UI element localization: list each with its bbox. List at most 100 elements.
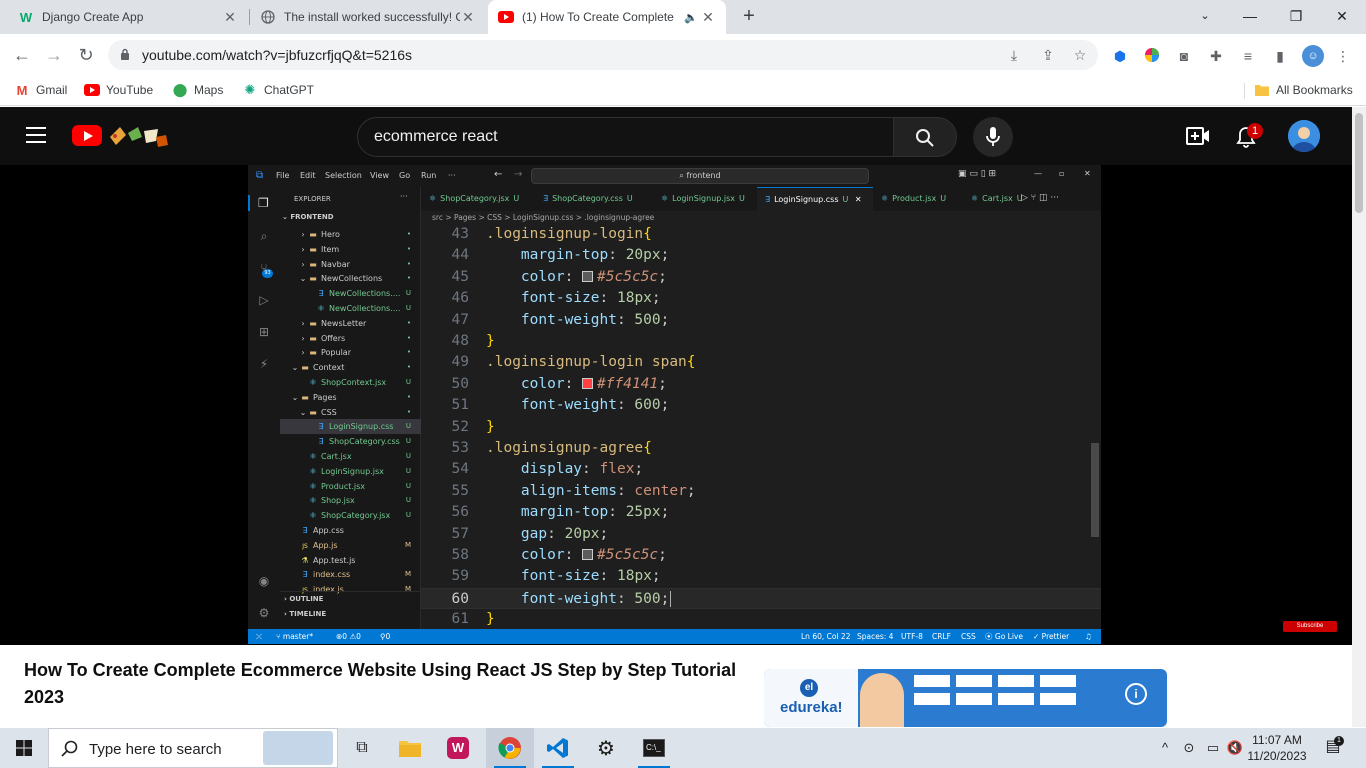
- menu-run[interactable]: Run: [421, 171, 436, 180]
- file-tree-item[interactable]: ∃ index.css M: [280, 567, 421, 582]
- menu-more[interactable]: ···: [448, 171, 456, 180]
- ad-info-icon[interactable]: i: [1125, 683, 1147, 705]
- file-tree-item[interactable]: › ▬ NewsLetter •: [280, 316, 421, 331]
- voice-search-button[interactable]: [973, 117, 1013, 157]
- restore-button[interactable]: ❐: [1276, 4, 1316, 28]
- bookmark-chatgpt[interactable]: ✺ ChatGPT: [242, 82, 314, 98]
- file-tree-item[interactable]: ∃ ShopCategory.css U: [280, 434, 421, 449]
- close-icon[interactable]: ✕: [222, 9, 238, 26]
- tab-install-worked[interactable]: The install worked successfully! Co ✕: [250, 0, 486, 34]
- close-icon[interactable]: ✕: [852, 195, 862, 204]
- video-player[interactable]: ⧉ File Edit Selection View Go Run ··· ← …: [0, 165, 1352, 645]
- avatar[interactable]: [1288, 120, 1320, 152]
- file-tree-item[interactable]: › ▬ Offers •: [280, 331, 421, 346]
- chrome-app[interactable]: [486, 728, 534, 768]
- camera-extension-icon[interactable]: ◙: [1175, 47, 1193, 65]
- code-line[interactable]: 50 color: #ff4141;: [421, 374, 1101, 395]
- file-tree-item[interactable]: ∃ LoginSignup.css U: [280, 419, 421, 435]
- network-alert-icon[interactable]: ⊙: [1180, 739, 1198, 757]
- minimize-icon[interactable]: —: [1034, 169, 1042, 178]
- menu-selection[interactable]: Selection: [325, 171, 362, 180]
- root-folder[interactable]: ⌄ FRONTEND: [282, 213, 334, 221]
- menu-icon[interactable]: [26, 127, 46, 143]
- code-line[interactable]: 48}: [421, 331, 1101, 352]
- language-status[interactable]: CSS: [961, 629, 976, 644]
- file-tree-item[interactable]: › ▬ Item •: [280, 242, 421, 257]
- settings-gear-icon[interactable]: ⚙: [256, 605, 272, 621]
- chrome-menu-icon[interactable]: ⋮: [1334, 47, 1352, 65]
- outline-section[interactable]: › OUTLINE: [284, 595, 323, 603]
- menu-view[interactable]: View: [370, 171, 389, 180]
- file-tree-item[interactable]: › ▬ Popular •: [280, 345, 421, 360]
- explorer-icon[interactable]: ❐: [248, 195, 280, 211]
- menu-edit[interactable]: Edit: [300, 171, 316, 180]
- code-line[interactable]: 55 align-items: center;: [421, 481, 1101, 502]
- forward-button[interactable]: →: [42, 43, 66, 67]
- code-line[interactable]: 51 font-weight: 600;: [421, 395, 1101, 416]
- more-actions-icon[interactable]: ···: [400, 192, 408, 201]
- file-tree-item[interactable]: ⌄ ▬ NewCollections •: [280, 271, 421, 286]
- cursor-position[interactable]: Ln 60, Col 22: [801, 629, 850, 644]
- tab-django-create-app[interactable]: W Django Create App ✕: [8, 0, 248, 34]
- bookmark-maps[interactable]: ⬤ Maps: [172, 82, 224, 98]
- timeline-section[interactable]: › TIMELINE: [284, 610, 326, 618]
- menu-file[interactable]: File: [276, 171, 289, 180]
- ad-banner[interactable]: el edureka! i: [764, 669, 1167, 727]
- extensions-icon[interactable]: ⊞: [256, 324, 272, 340]
- code-line[interactable]: 58 color: #5c5c5c;: [421, 545, 1101, 566]
- file-tree-item[interactable]: ∃ App.css: [280, 523, 421, 538]
- color-swatch[interactable]: [582, 270, 594, 282]
- code-line[interactable]: 43 .loginsignup-login{: [421, 224, 1101, 245]
- tab-youtube-video[interactable]: (1) How To Create Complete 🔈 ✕: [488, 0, 726, 34]
- remote-icon[interactable]: ⤫: [256, 629, 262, 644]
- file-tree-item[interactable]: ⚛ ShopContext.jsx U: [280, 375, 421, 390]
- editor-scrollbar[interactable]: [1091, 443, 1099, 537]
- media-control-icon[interactable]: ≡: [1239, 47, 1257, 65]
- file-tree-item[interactable]: ⚛ Shop.jsx U: [280, 493, 421, 508]
- nav-back-icon[interactable]: ←: [494, 169, 502, 180]
- editor-tab[interactable]: ∃ LoginSignup.css U ✕: [757, 187, 873, 211]
- color-swatch[interactable]: [582, 549, 594, 560]
- editor-tab[interactable]: ⚛ ShopCategory.jsx U: [421, 187, 535, 211]
- search-button[interactable]: [893, 117, 957, 157]
- file-tree-item[interactable]: ⌄ ▬ Pages •: [280, 390, 421, 405]
- code-line[interactable]: 49 .loginsignup-login span{: [421, 352, 1101, 373]
- file-tree-item[interactable]: ∃ NewCollections.... U: [280, 286, 421, 301]
- menu-go[interactable]: Go: [399, 171, 410, 180]
- close-icon[interactable]: ✕: [460, 9, 476, 26]
- file-tree-item[interactable]: ⚗ App.test.js: [280, 553, 421, 568]
- extension-drop-icon[interactable]: ⬢: [1111, 47, 1129, 65]
- file-tree-item[interactable]: › ▬ Hero •: [280, 227, 421, 242]
- live-share-icon[interactable]: ⚡: [256, 356, 272, 372]
- indentation-status[interactable]: Spaces: 4: [857, 629, 893, 644]
- profile-avatar-icon[interactable]: ☺: [1302, 45, 1324, 67]
- file-tree-item[interactable]: › ▬ Navbar •: [280, 257, 421, 272]
- color-picker-extension-icon[interactable]: [1143, 47, 1161, 65]
- editor-actions-icon[interactable]: ▷ ⑂ ◫ ···: [1021, 193, 1059, 203]
- code-line[interactable]: 59 font-size: 18px;: [421, 566, 1101, 587]
- side-panel-icon[interactable]: ▮: [1271, 47, 1289, 65]
- close-icon[interactable]: ✕: [1084, 169, 1091, 178]
- code-line[interactable]: 52}: [421, 417, 1101, 438]
- editor-tab[interactable]: ⚛ LoginSignup.jsx U: [653, 187, 757, 211]
- nav-forward-icon[interactable]: →: [514, 169, 522, 180]
- back-button[interactable]: ←: [10, 43, 34, 67]
- wps-app[interactable]: W: [434, 728, 482, 768]
- all-bookmarks[interactable]: All Bookmarks: [1254, 82, 1353, 98]
- task-view-button[interactable]: ⧉: [338, 728, 386, 768]
- address-bar[interactable]: youtube.com/watch?v=jbfuzcrfjqQ&t=5216s …: [108, 40, 1098, 70]
- code-line[interactable]: 47 font-weight: 500;: [421, 310, 1101, 331]
- tab-search-button[interactable]: ⌄: [1185, 4, 1225, 28]
- taskbar-search[interactable]: Type here to search: [48, 728, 338, 768]
- restore-icon[interactable]: ▫: [1059, 169, 1064, 178]
- problems-status[interactable]: ⊗0 ⚠0: [336, 629, 361, 644]
- install-icon[interactable]: ⤓: [1006, 47, 1022, 63]
- doodle-logo[interactable]: [106, 123, 172, 149]
- speaker-icon[interactable]: 🔈: [684, 11, 700, 24]
- code-editor[interactable]: 43 .loginsignup-login{44 margin-top: 20px…: [421, 225, 1101, 629]
- close-window-button[interactable]: ✕: [1322, 4, 1362, 28]
- minimize-button[interactable]: —: [1230, 4, 1270, 28]
- extensions-puzzle-icon[interactable]: ✚: [1207, 47, 1225, 65]
- command-center[interactable]: ⌕ frontend: [531, 168, 869, 184]
- code-line[interactable]: 60 font-weight: 500;: [421, 587, 1101, 610]
